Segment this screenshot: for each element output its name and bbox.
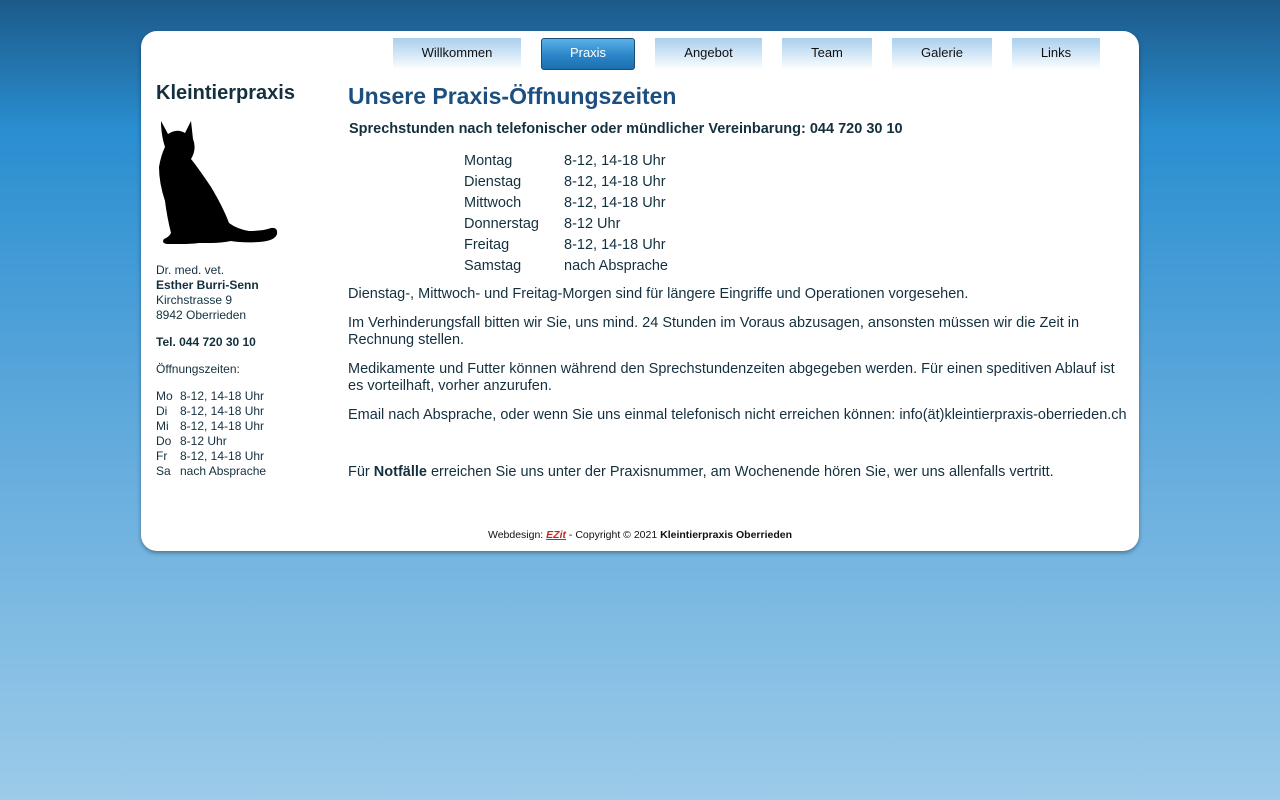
main-content: Unsere Praxis-Öffnungszeiten Sprechstund… bbox=[348, 81, 1128, 481]
address-city: 8942 Oberrieden bbox=[156, 308, 247, 322]
webdesign-link[interactable]: EZit bbox=[546, 529, 566, 541]
nav-tab-galerie[interactable]: Galerie bbox=[892, 38, 992, 70]
sidebar-hours-row: Mo 8-12, 14-18 Uhr bbox=[156, 389, 265, 403]
table-row: Samstag nach Absprache bbox=[464, 258, 668, 274]
sidebar-hours-row: Do 8-12 Uhr bbox=[156, 434, 227, 448]
main-nav: Willkommen Praxis Angebot Team Galerie L… bbox=[141, 38, 1139, 70]
sidebar-hours-row: Sa nach Absprache bbox=[156, 464, 267, 478]
cat-silhouette-icon bbox=[159, 121, 278, 244]
table-row: Dienstag 8-12, 14-18 Uhr bbox=[464, 174, 666, 190]
sidebar-hours-row: Fr 8-12, 14-18 Uhr bbox=[156, 449, 265, 463]
paragraph-surgery-days: Dienstag-, Mittwoch- und Freitag-Morgen … bbox=[348, 286, 969, 302]
paragraph-cancellation: Im Verhinderungsfall bitten wir Sie, uns… bbox=[348, 315, 1080, 348]
sidebar-title: Kleintierpraxis bbox=[156, 82, 295, 104]
sidebar-hours-list: Mo 8-12, 14-18 Uhr Di 8-12, 14-18 Uhr Mi 8-… bbox=[156, 389, 336, 479]
emergency-keyword: Notfälle bbox=[373, 464, 427, 480]
paragraph-email: Email nach Absprache, oder wenn Sie uns … bbox=[348, 407, 1127, 423]
nav-tab-angebot[interactable]: Angebot bbox=[655, 38, 762, 70]
table-row: Montag 8-12, 14-18 Uhr bbox=[464, 153, 666, 169]
sidebar-phone: Tel. 044 720 30 10 bbox=[156, 335, 256, 349]
footer: Webdesign: EZit - Copyright © 2021 Klein… bbox=[487, 529, 793, 541]
sidebar-hours-label: Öffnungszeiten: bbox=[156, 362, 240, 376]
paragraph-medication: Medikamente und Futter können während de… bbox=[348, 361, 1115, 394]
sidebar-hours-row: Mi 8-12, 14-18 Uhr bbox=[156, 419, 265, 433]
opening-hours-table: Montag 8-12, 14-18 Uhr Dienstag 8-12, 14-1… bbox=[464, 151, 668, 277]
table-row: Mittwoch 8-12, 14-18 Uhr bbox=[464, 195, 666, 211]
page-title: Unsere Praxis-Öffnungszeiten bbox=[348, 83, 677, 109]
doctor-title: Dr. med. vet. bbox=[156, 263, 225, 277]
nav-tab-team[interactable]: Team bbox=[782, 38, 872, 70]
address-street: Kirchstrasse 9 bbox=[156, 293, 233, 307]
nav-tab-praxis[interactable]: Praxis bbox=[541, 38, 635, 70]
table-row: Freitag 8-12, 14-18 Uhr bbox=[464, 237, 666, 253]
sidebar-hours-row: Di 8-12, 14-18 Uhr bbox=[156, 404, 265, 418]
content-card: Willkommen Praxis Angebot Team Galerie L… bbox=[141, 31, 1139, 551]
address-block: Dr. med. vet. Esther Burri-Senn Kirchstr… bbox=[156, 263, 336, 323]
paragraph-emergency: Für Notfälle erreichen Sie uns unter der… bbox=[348, 464, 1054, 480]
doctor-name: Esther Burri-Senn bbox=[156, 278, 259, 292]
nav-tab-links[interactable]: Links bbox=[1012, 38, 1100, 70]
consultation-subhead: Sprechstunden nach telefonischer oder mü… bbox=[349, 121, 903, 137]
nav-tab-willkommen[interactable]: Willkommen bbox=[393, 38, 521, 70]
table-row: Donnerstag 8-12 Uhr bbox=[464, 216, 621, 232]
copyright-owner: Kleintierpraxis Oberrieden bbox=[660, 529, 793, 541]
sidebar: Kleintierpraxis Dr. med. vet. Esther Bur… bbox=[156, 81, 336, 479]
